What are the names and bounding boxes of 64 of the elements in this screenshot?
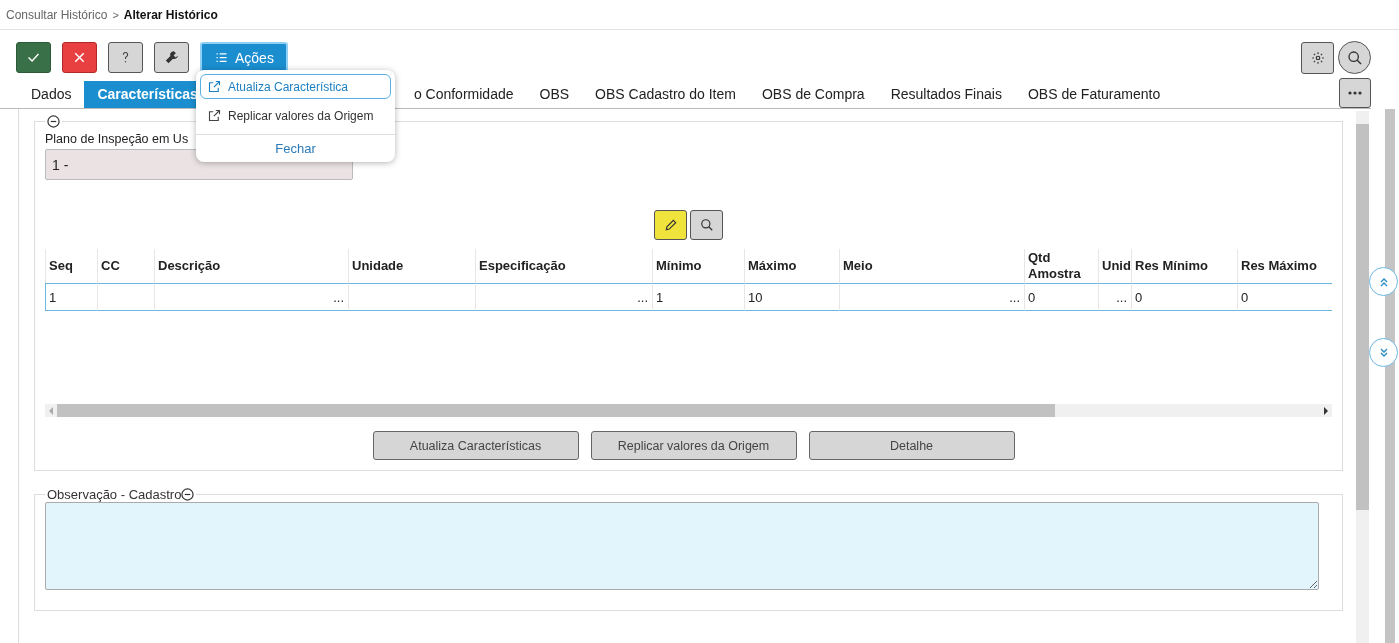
page-scrollbar[interactable] (1385, 109, 1395, 643)
action-button[interactable]: Detalhe (808, 431, 1015, 460)
table-cell: 0 (1024, 283, 1098, 311)
table-cell: 0 (1131, 283, 1237, 311)
lookup-cell[interactable]: ... (154, 283, 348, 311)
external-link-icon (207, 79, 222, 94)
lookup-cell[interactable]: ... (1098, 283, 1131, 311)
column-header: Res Máximo (1237, 249, 1332, 283)
more-button[interactable] (1339, 78, 1371, 108)
horizontal-scrollbar[interactable] (45, 404, 1332, 417)
breadcrumb-link[interactable]: Consultar Histórico (6, 7, 108, 22)
external-link-icon (207, 108, 222, 123)
search-icon (699, 218, 714, 232)
tab[interactable]: OBS de Faturamento (1014, 81, 1174, 108)
help-button[interactable] (108, 42, 143, 73)
double-chevron-down-icon (1378, 347, 1389, 358)
scroll-right-icon[interactable] (1324, 406, 1328, 415)
pencil-icon (663, 218, 678, 232)
list-icon (214, 50, 229, 65)
tab[interactable]: OBS (526, 81, 583, 108)
column-header: Meio (839, 249, 1024, 283)
collapse-icon[interactable] (181, 488, 195, 501)
edit-button[interactable] (654, 210, 687, 240)
settings-icon (1310, 50, 1325, 65)
lookup-cell[interactable]: ... (475, 283, 652, 311)
table-cell: 1 (45, 283, 97, 311)
cancel-button[interactable] (62, 42, 97, 73)
column-header: Máximo (744, 249, 839, 283)
action-button[interactable]: Atualiza Características (372, 431, 579, 460)
column-header: Mínimo (652, 249, 744, 283)
table-cell: 10 (744, 283, 839, 311)
breadcrumb-separator: > (112, 8, 119, 21)
collapse-icon[interactable] (47, 115, 60, 128)
tools-button[interactable] (154, 42, 189, 73)
settings-button[interactable] (1301, 41, 1334, 74)
table-cell: 0 (1237, 283, 1332, 311)
search-button[interactable] (1338, 41, 1371, 74)
column-header: CC (97, 249, 154, 283)
wrench-icon (163, 49, 180, 66)
lookup-cell[interactable]: ... (839, 283, 1024, 311)
column-header: Descrição (154, 249, 348, 283)
column-header: Seq (45, 249, 97, 283)
breadcrumb-current: Alterar Histórico (123, 7, 218, 22)
column-header: Unid (1098, 249, 1131, 283)
vertical-scrollbar[interactable] (1356, 111, 1369, 643)
column-header: Unidade (348, 249, 475, 283)
column-header: Res Mínimo (1131, 249, 1237, 283)
column-header: Especificação (475, 249, 652, 283)
tab[interactable]: Resultados Finais (877, 81, 1015, 108)
tab[interactable]: OBS de Compra (748, 81, 878, 108)
action-button[interactable]: Replicar valores da Origem (590, 431, 797, 460)
search-button[interactable] (690, 210, 723, 240)
column-header: Qtd Amostra (1024, 249, 1098, 283)
table-cell: 1 (652, 283, 744, 311)
search-icon (1346, 49, 1363, 66)
confirm-button[interactable] (16, 42, 51, 73)
panel-legend: Observação - Cadastro (47, 487, 182, 502)
tab[interactable]: o Conformidade (400, 81, 527, 108)
menu-item[interactable]: Atualiza Característica (200, 74, 391, 99)
more-icon (1348, 91, 1362, 95)
tab[interactable]: OBS Cadastro do Item (582, 81, 749, 108)
double-chevron-up-icon (1378, 276, 1389, 287)
field-label: Plano de Inspeção em Us (45, 132, 190, 146)
tab[interactable]: Dados (18, 81, 85, 108)
